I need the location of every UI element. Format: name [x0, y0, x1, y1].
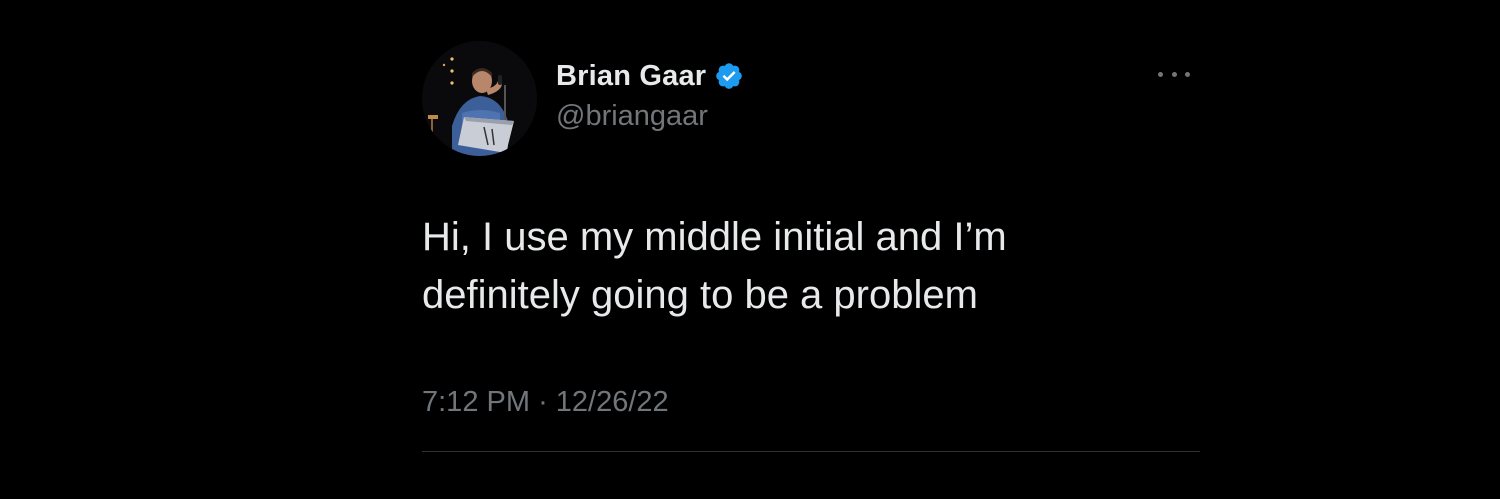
display-name[interactable]: Brian Gaar: [556, 60, 706, 93]
tweet-timestamp[interactable]: 7:12 PM · 12/26/22: [422, 386, 669, 419]
dot: [1185, 71, 1190, 77]
divider: [422, 451, 1200, 452]
meta-separator: ·: [538, 386, 548, 418]
more-options-icon[interactable]: [1158, 64, 1190, 84]
dot: [1171, 71, 1177, 77]
tweet-text: Hi, I use my middle initial and I’m defi…: [422, 208, 1182, 324]
avatar-image: [422, 41, 537, 156]
tweet-card: Brian Gaar @briangaar Hi, I use my middl…: [422, 38, 1200, 458]
tweet-text-line: definitely going to be a problem: [422, 273, 978, 317]
avatar[interactable]: [422, 41, 537, 156]
tweet-date: 12/26/22: [555, 386, 669, 418]
tweet-time: 7:12 PM: [422, 386, 530, 418]
user-handle[interactable]: @briangaar: [556, 100, 708, 133]
author-name-row[interactable]: Brian Gaar: [556, 56, 744, 96]
dot: [1158, 71, 1163, 77]
tweet-text-line: Hi, I use my middle initial and I’m: [422, 215, 1007, 259]
verified-badge-icon: [716, 63, 743, 89]
